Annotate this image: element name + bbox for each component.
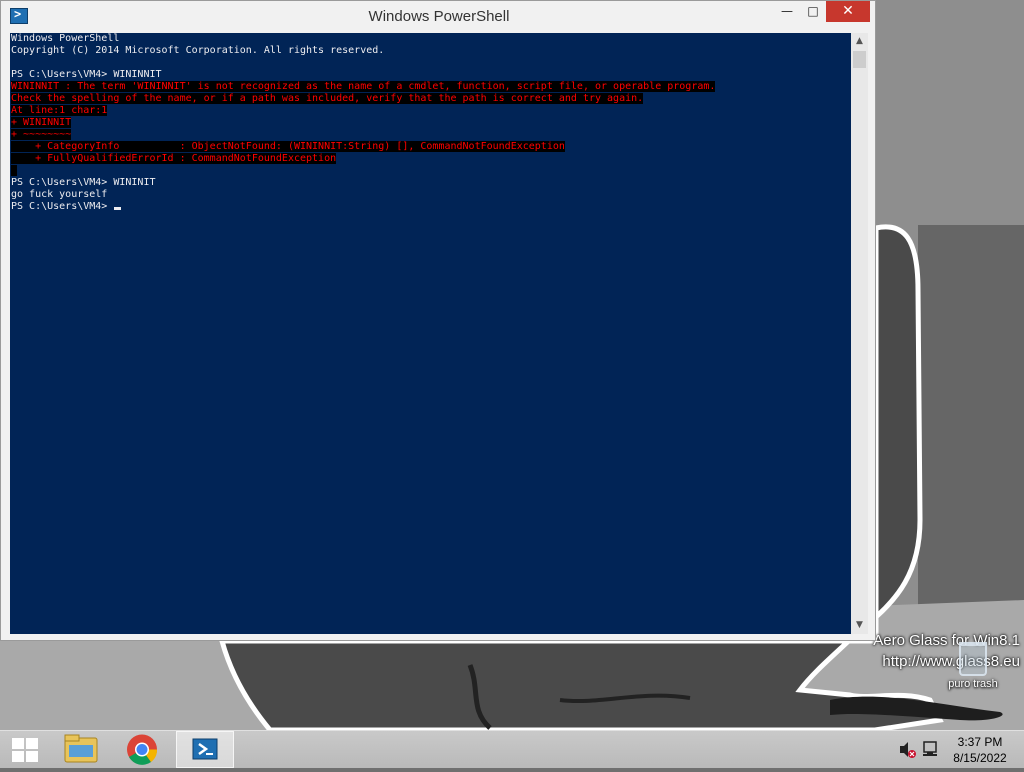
taskbar-clock[interactable]: 3:37 PM 8/15/2022 (942, 734, 1018, 766)
title-bar[interactable]: > Windows PowerShell — □ ✕ (1, 1, 875, 33)
error-text: + ~~~~~~~~ (11, 129, 72, 140)
console-line: PS C:\Users\VM4> WININNIT (11, 69, 851, 81)
clock-time: 3:37 PM (957, 735, 1003, 749)
error-text: Check the spelling of the name, or if a … (11, 93, 644, 104)
console-line-text: PS C:\Users\VM4> WININIT (11, 177, 156, 188)
error-text: + WININNIT (11, 117, 72, 128)
console-line-text: Copyright (C) 2014 Microsoft Corporation… (11, 45, 385, 56)
windows-logo-icon (12, 738, 38, 762)
powershell-taskbar-button[interactable] (176, 731, 234, 768)
console-line: Windows PowerShell (11, 33, 851, 45)
network-icon[interactable] (923, 741, 937, 756)
console-line: Check the spelling of the name, or if a … (11, 93, 851, 105)
window-title: Windows PowerShell (368, 8, 510, 25)
file-explorer-icon[interactable] (58, 731, 104, 768)
error-text: At line:1 char:1 (11, 105, 108, 116)
console-line: + ~~~~~~~~ (11, 129, 851, 141)
console-line: go fuck yourself (11, 189, 851, 201)
maximize-button[interactable]: □ (800, 1, 826, 22)
close-button[interactable]: ✕ (826, 1, 870, 22)
console-line: PS C:\Users\VM4> (11, 201, 851, 213)
console-line (11, 165, 851, 177)
start-button[interactable] (0, 731, 50, 768)
chrome-icon[interactable] (118, 731, 166, 768)
console-line: At line:1 char:1 (11, 105, 851, 117)
error-text: WININNIT : The term 'WININNIT' is not re… (11, 81, 716, 92)
console-text: Windows PowerShell Copyright (C) 2014 Mic… (10, 33, 851, 213)
error-text: + FullyQualifiedErrorId : CommandNotFoun… (11, 153, 337, 164)
console-line: + CategoryInfo : ObjectNotFound: (WININN… (11, 141, 851, 153)
console-line-text: PS C:\Users\VM4> (11, 201, 114, 212)
console-line: Copyright (C) 2014 Microsoft Corporation… (11, 45, 851, 57)
clock-date: 8/15/2022 (953, 751, 1007, 765)
powershell-window: > Windows PowerShell — □ ✕ Windows Power… (0, 0, 876, 641)
error-text (11, 165, 18, 176)
console-line: + FullyQualifiedErrorId : CommandNotFoun… (11, 153, 851, 165)
recycle-bin-shortcut[interactable]: puro trash (938, 638, 1008, 690)
console-line: WININNIT : The term 'WININNIT' is not re… (11, 81, 851, 93)
recycle-bin-icon (959, 642, 987, 676)
console-line-text: Windows PowerShell (11, 33, 120, 44)
console-line: PS C:\Users\VM4> WININIT (11, 177, 851, 189)
console-line-text: PS C:\Users\VM4> WININNIT (11, 69, 162, 80)
console-output[interactable]: Windows PowerShell Copyright (C) 2014 Mic… (10, 33, 851, 634)
minimize-button[interactable]: — (774, 1, 800, 22)
console-line-text: go fuck yourself (11, 189, 108, 200)
taskbar: 3:37 PM 8/15/2022 (0, 730, 1024, 768)
volume-muted-icon[interactable] (900, 742, 916, 758)
error-text: + CategoryInfo : ObjectNotFound: (WININN… (11, 141, 565, 152)
console-line: + WININNIT (11, 117, 851, 129)
scroll-down-icon[interactable]: ▼ (851, 617, 868, 634)
recycle-bin-label: puro trash (948, 678, 998, 690)
text-cursor (114, 207, 122, 210)
scroll-thumb[interactable] (853, 51, 866, 68)
scroll-up-icon[interactable]: ▲ (851, 33, 868, 50)
vertical-scrollbar[interactable]: ▲ ▼ (851, 33, 868, 634)
